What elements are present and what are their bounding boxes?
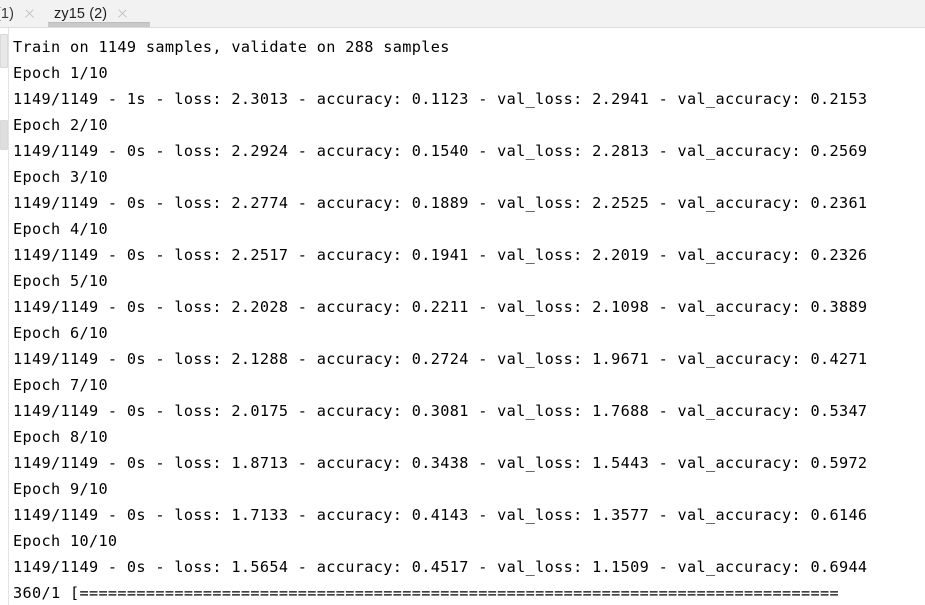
console-line: Epoch 2/10 — [13, 116, 108, 134]
console-line: 1149/1149 - 0s - loss: 1.8713 - accuracy… — [13, 454, 868, 472]
console-area: Train on 1149 samples, validate on 288 s… — [0, 28, 925, 605]
console-line: 1149/1149 - 0s - loss: 1.7133 - accuracy… — [13, 506, 868, 524]
console-line: Epoch 4/10 — [13, 220, 108, 238]
tab-clipped-1[interactable]: (1) — [0, 0, 44, 27]
active-tab-indicator — [48, 22, 150, 27]
console-line: Epoch 10/10 — [13, 532, 118, 550]
console-line: Epoch 6/10 — [13, 324, 108, 342]
close-icon[interactable] — [23, 7, 36, 20]
tab-label: zy15 (2) — [54, 5, 108, 22]
console-line: 1149/1149 - 1s - loss: 2.3013 - accuracy… — [13, 90, 868, 108]
console-line: 1149/1149 - 0s - loss: 2.2774 - accuracy… — [13, 194, 868, 212]
scrollbar-thumb[interactable] — [0, 120, 8, 150]
console-line: 1149/1149 - 0s - loss: 2.1288 - accuracy… — [13, 350, 868, 368]
tab-bar: (1) zy15 (2) — [0, 0, 925, 28]
console-line: 1149/1149 - 0s - loss: 2.2517 - accuracy… — [13, 246, 868, 264]
console-output-window: (1) zy15 (2) Train on 1149 samples, vali… — [0, 0, 925, 605]
console-line: 1149/1149 - 0s - loss: 2.0175 - accuracy… — [13, 402, 868, 420]
console-line: Epoch 3/10 — [13, 168, 108, 186]
console-line: Epoch 1/10 — [13, 64, 108, 82]
console-line: 1149/1149 - 0s - loss: 1.5654 - accuracy… — [13, 558, 868, 576]
tab-label: (1) — [0, 5, 15, 22]
console-line: Train on 1149 samples, validate on 288 s… — [13, 38, 450, 56]
scrollbar-thumb[interactable] — [0, 34, 8, 68]
close-icon[interactable] — [116, 7, 129, 20]
console-line: Epoch 9/10 — [13, 480, 108, 498]
console-line: 1149/1149 - 0s - loss: 2.2028 - accuracy… — [13, 298, 868, 316]
console-line: 1149/1149 - 0s - loss: 2.2924 - accuracy… — [13, 142, 868, 160]
left-gutter-scrollbar[interactable] — [0, 28, 9, 605]
console-line: Epoch 7/10 — [13, 376, 108, 394]
console-output[interactable]: Train on 1149 samples, validate on 288 s… — [9, 28, 925, 605]
console-line-progress: 360/1 [=================================… — [13, 584, 839, 602]
console-line: Epoch 8/10 — [13, 428, 108, 446]
console-line: Epoch 5/10 — [13, 272, 108, 290]
